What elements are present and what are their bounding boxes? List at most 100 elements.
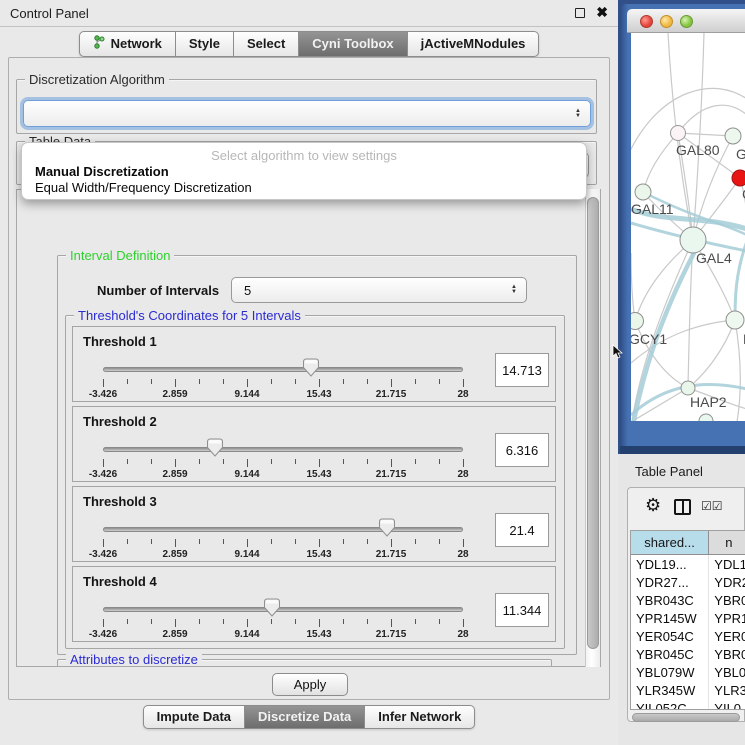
table-cell: YPR145W — [631, 609, 709, 627]
table-cell: YBL0 — [709, 663, 745, 681]
table-row[interactable]: YBL079WYBL0 — [631, 663, 745, 681]
table-hscrollbar[interactable] — [632, 713, 740, 722]
threshold-panel: Threshold 3-3.4262.8599.14415.4321.71528 — [72, 486, 556, 562]
table-cell: YBL079W — [631, 663, 709, 681]
slider-tick-labels: -3.4262.8599.14415.4321.71528 — [103, 549, 463, 561]
threshold-slider-track[interactable] — [103, 527, 463, 532]
table-row[interactable]: YDR27...YDR2 — [631, 573, 745, 591]
network-node[interactable] — [699, 414, 713, 421]
network-edge[interactable] — [643, 133, 678, 192]
settings-scrollpane: Interval Definition Number of Intervals … — [16, 189, 601, 667]
node-table: shared...n YDL19...YDL1YDR27...YDR2YBR04… — [630, 530, 745, 710]
network-node-label: GCY1 — [631, 331, 667, 347]
threshold-panel: Threshold 4 -3.4262.8599.14415.4321.71528 — [72, 566, 556, 642]
network-node-gal11[interactable] — [635, 184, 651, 200]
tab-impute-data[interactable]: Impute Data — [143, 705, 245, 729]
threshold-value-input[interactable] — [495, 353, 549, 387]
table-panel-title: Table Panel — [635, 464, 703, 479]
column-header-shared-name[interactable]: shared... — [631, 531, 709, 554]
control-panel-titlebar: Control Panel ✖ — [0, 0, 618, 27]
number-of-intervals-label: Number of Intervals — [97, 283, 219, 298]
tab-select[interactable]: Select — [234, 31, 299, 57]
tab-cyni-toolbox[interactable]: Cyni Toolbox — [299, 31, 407, 57]
network-node-hap2[interactable] — [681, 381, 695, 395]
network-node-h[interactable] — [726, 311, 744, 329]
settings-scrollbar-thumb[interactable] — [587, 197, 599, 649]
threshold-slider-thumb[interactable] — [303, 358, 319, 377]
table-cell: YDR27... — [631, 573, 709, 591]
table-row[interactable]: YPR145WYPR1 — [631, 609, 745, 627]
network-node-label: GAL11 — [631, 201, 674, 217]
network-icon — [93, 35, 106, 52]
table-row[interactable]: YLR345WYLR3 — [631, 681, 745, 699]
number-of-intervals-select[interactable]: 5 ▲▼ — [231, 277, 527, 303]
table-row[interactable]: YIL052CYIL0 — [631, 699, 745, 710]
close-panel-icon[interactable]: ✖ — [596, 4, 608, 21]
threshold-slider-thumb[interactable] — [207, 438, 223, 457]
apply-button[interactable]: Apply — [272, 673, 348, 696]
threshold-slider-thumb[interactable] — [264, 598, 280, 617]
network-canvas[interactable]: GAL80GACGAL11GAL4GCY1HHAP2 — [631, 33, 745, 421]
slider-tick-labels: -3.4262.8599.14415.4321.71528 — [103, 469, 463, 481]
threshold-panel: Threshold 1-3.4262.8599.14415.4321.71528 — [72, 326, 556, 402]
network-view-window: GAL80GACGAL11GAL4GCY1HHAP2 — [620, 4, 745, 450]
table-cell: YDL1 — [709, 555, 745, 573]
zoom-window-icon[interactable] — [680, 15, 693, 28]
slider-tick-labels: -3.4262.8599.14415.4321.71528 — [103, 629, 463, 641]
table-cell: YER0 — [709, 627, 745, 645]
algorithm-select[interactable]: ▲▼ — [23, 100, 591, 127]
table-row[interactable]: YBR045CYBR0 — [631, 645, 745, 663]
table-cell: YLR3 — [709, 681, 745, 699]
table-cell: YBR043C — [631, 591, 709, 609]
threshold-slider-track[interactable] — [103, 447, 463, 452]
right-workspace: GAL80GACGAL11GAL4GCY1HHAP2 Table Panel ⚙… — [618, 0, 745, 745]
gear-icon[interactable]: ⚙ — [645, 495, 661, 516]
threshold-slider-thumb[interactable] — [379, 518, 395, 537]
settings-scrollbar[interactable] — [585, 189, 600, 667]
tab-style[interactable]: Style — [176, 31, 234, 57]
tab-jactivemnodules[interactable]: jActiveMNodules — [408, 31, 540, 57]
slider-ticks — [103, 539, 463, 548]
network-node-gcy1[interactable] — [631, 313, 644, 330]
network-edge[interactable] — [693, 33, 704, 240]
network-edge-highlighted[interactable] — [735, 241, 745, 320]
thresholds-group: Threshold's Coordinates for 5 Intervals … — [65, 315, 565, 649]
slider-ticks — [103, 619, 463, 628]
split-columns-icon[interactable] — [674, 499, 691, 515]
threshold-slider-track[interactable] — [103, 367, 463, 372]
table-panel: Table Panel ⚙ ☑☑ shared...n YDL19...YDL1… — [618, 454, 745, 745]
tab-network[interactable]: Network — [79, 31, 176, 57]
table-row[interactable]: YER054CYER0 — [631, 627, 745, 645]
column-header-name[interactable]: n — [709, 531, 745, 554]
threshold-label: Threshold 1 — [83, 334, 157, 349]
network-edge[interactable] — [631, 253, 635, 321]
algorithm-option[interactable]: Manual Discretization — [35, 164, 169, 179]
cyni-toolbox-panel: Discretization Algorithm ▲▼ Table Data g… — [8, 57, 610, 700]
tab-label: Style — [189, 36, 220, 51]
float-panel-icon[interactable] — [575, 8, 585, 18]
threshold-value-input[interactable] — [495, 593, 549, 627]
table-window: ⚙ ☑☑ shared...n YDL19...YDL1YDR27...YDR2… — [627, 487, 745, 722]
table-row[interactable]: YBR043CYBR0 — [631, 591, 745, 609]
select-columns-icon[interactable]: ☑☑ — [701, 499, 723, 513]
table-row[interactable]: YDL19...YDL1 — [631, 555, 745, 573]
threshold-value-input[interactable] — [495, 513, 549, 547]
panel-title: Control Panel — [10, 6, 89, 21]
network-node-c[interactable] — [732, 170, 745, 186]
algorithm-option[interactable]: Equal Width/Frequency Discretization — [35, 180, 252, 195]
threshold-label: Threshold 4 — [83, 574, 157, 589]
close-window-icon[interactable] — [640, 15, 653, 28]
network-node-gal80[interactable] — [671, 126, 686, 141]
minimize-window-icon[interactable] — [660, 15, 673, 28]
table-toolbar: ⚙ ☑☑ — [628, 488, 744, 528]
table-cell: YER054C — [631, 627, 709, 645]
threshold-slider-track[interactable] — [103, 607, 463, 612]
network-node-ga[interactable] — [725, 128, 741, 144]
network-edge[interactable] — [688, 320, 735, 388]
network-node-label: GA — [736, 146, 745, 162]
network-window-titlebar[interactable] — [627, 9, 745, 33]
tab-discretize-data[interactable]: Discretize Data — [245, 705, 365, 729]
tab-infer-network[interactable]: Infer Network — [365, 705, 475, 729]
threshold-value-input[interactable] — [495, 433, 549, 467]
tab-label: Network — [111, 36, 162, 51]
